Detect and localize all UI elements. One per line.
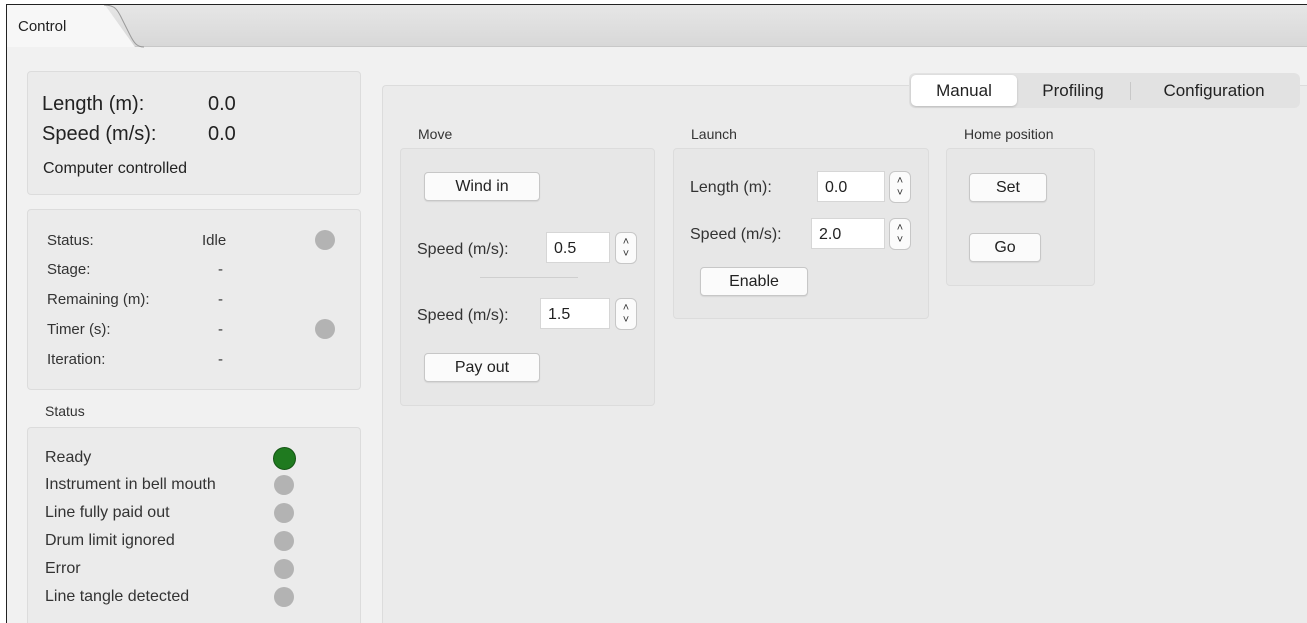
process-panel: Status: Idle Stage: - Remaining (m): - T…	[27, 209, 361, 390]
timer-label: Timer (s):	[47, 321, 111, 338]
paid-out-indicator-icon	[274, 503, 294, 523]
pay-out-button[interactable]: Pay out	[424, 353, 540, 382]
move-section-title: Move	[418, 126, 453, 142]
enable-button[interactable]: Enable	[700, 267, 808, 296]
status-item-label: Error	[45, 560, 81, 577]
status-item-label: Drum limit ignored	[45, 532, 175, 549]
set-home-button[interactable]: Set	[969, 173, 1047, 202]
launch-panel: Length (m): 0.0 ˄ ˅ Speed (m/s): 2.0 ˄ ˅ E…	[673, 148, 929, 319]
move-panel: Wind in Speed (m/s): 0.5 ˄ ˅ Speed (m/s):…	[400, 148, 655, 406]
speed-in-stepper[interactable]: ˄ ˅	[615, 232, 637, 264]
remaining-value: -	[218, 291, 223, 308]
launch-section-title: Launch	[691, 126, 737, 142]
tab-control-label: Control	[18, 18, 67, 35]
status-value: Idle	[202, 232, 227, 249]
tab-profiling[interactable]: Profiling	[1017, 75, 1129, 106]
speed-in-label: Speed (m/s):	[417, 241, 509, 258]
launch-speed-field[interactable]: 2.0	[811, 218, 885, 249]
status-section-title: Status	[45, 403, 85, 419]
launch-speed-label: Speed (m/s):	[690, 226, 782, 243]
control-window: Control Length (m): 0.0 Speed (m/s): 0.0…	[6, 4, 1307, 623]
length-label: Length (m):	[42, 93, 145, 115]
error-indicator-icon	[274, 559, 294, 579]
stage-value: -	[218, 261, 223, 278]
speed-out-stepper[interactable]: ˄ ˅	[615, 298, 637, 330]
tab-control[interactable]: Control	[7, 5, 135, 47]
launch-length-label: Length (m):	[690, 179, 772, 196]
control-mode-text: Computer controlled	[43, 160, 188, 177]
speed-value: 0.0	[208, 123, 236, 145]
timer-indicator-icon	[315, 319, 335, 339]
tab-bar: Control	[7, 5, 1307, 48]
stage-label: Stage:	[47, 261, 91, 278]
timer-value: -	[218, 321, 223, 338]
ready-indicator-icon	[273, 447, 296, 470]
iteration-label: Iteration:	[47, 351, 106, 368]
status-label: Status:	[47, 232, 94, 249]
move-divider	[480, 277, 578, 278]
speed-out-label: Speed (m/s):	[417, 307, 509, 324]
status-indicator-icon	[315, 230, 335, 250]
speed-in-field[interactable]: 0.5	[546, 232, 610, 263]
mode-segmented-control: Manual Profiling Configuration	[909, 73, 1300, 108]
iteration-value: -	[218, 351, 223, 368]
bell-mouth-indicator-icon	[274, 475, 294, 495]
home-section-title: Home position	[964, 126, 1054, 142]
remaining-label: Remaining (m):	[47, 291, 150, 308]
speed-out-field[interactable]: 1.5	[540, 298, 610, 329]
go-home-button[interactable]: Go	[969, 233, 1041, 262]
status-item-label: Ready	[45, 449, 92, 466]
wind-in-button[interactable]: Wind in	[424, 172, 540, 201]
tab-manual[interactable]: Manual	[911, 75, 1017, 106]
home-panel: Set Go	[946, 148, 1095, 286]
status-panel: Ready Instrument in bell mouth Line full…	[27, 427, 361, 623]
length-value: 0.0	[208, 93, 236, 115]
tangle-indicator-icon	[274, 587, 294, 607]
drum-limit-indicator-icon	[274, 531, 294, 551]
speed-label: Speed (m/s):	[42, 123, 157, 145]
launch-length-field[interactable]: 0.0	[817, 171, 885, 202]
status-item-label: Instrument in bell mouth	[45, 476, 216, 493]
launch-speed-stepper[interactable]: ˄ ˅	[889, 218, 911, 250]
readout-panel: Length (m): 0.0 Speed (m/s): 0.0 Compute…	[27, 71, 361, 195]
status-item-label: Line tangle detected	[45, 588, 190, 605]
tab-configuration[interactable]: Configuration	[1131, 75, 1297, 106]
status-item-label: Line fully paid out	[45, 504, 170, 521]
launch-length-stepper[interactable]: ˄ ˅	[889, 171, 911, 203]
